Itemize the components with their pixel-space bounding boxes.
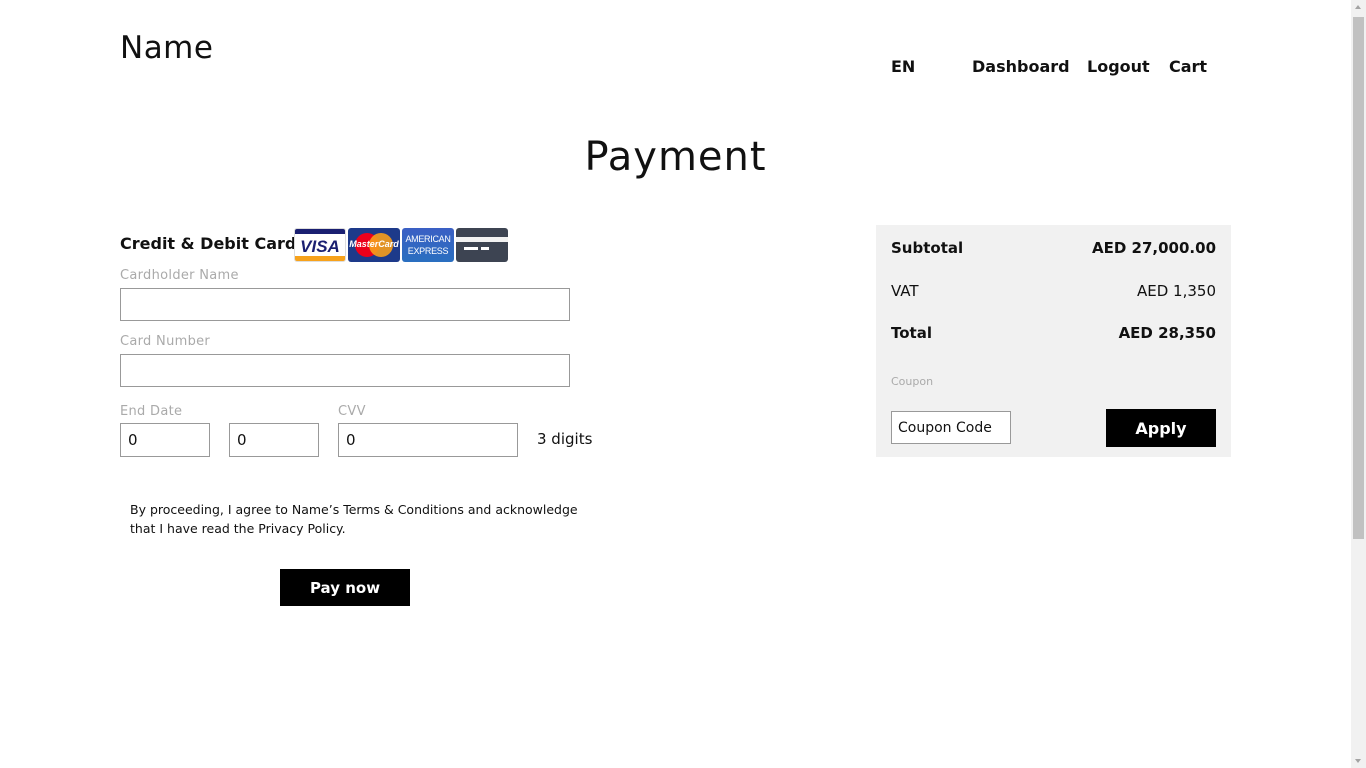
nav-logout-link[interactable]: Logout xyxy=(1087,57,1150,76)
amex-logo-text: AMERICAN EXPRESS xyxy=(405,234,451,256)
payment-page: Name EN Dashboard Logout Cart Payment Cr… xyxy=(0,0,1351,768)
total-value: AED 28,350 xyxy=(1118,324,1216,342)
visa-logo-text: VISA xyxy=(300,237,340,256)
vat-value: AED 1,350 xyxy=(1137,282,1216,300)
cvv-input[interactable] xyxy=(338,423,518,457)
pay-now-button[interactable]: Pay now xyxy=(280,569,410,606)
nav-dashboard-link[interactable]: Dashboard xyxy=(972,57,1070,76)
terms-notice: By proceeding, I agree to Name’s Terms &… xyxy=(130,502,578,536)
scroll-up-arrow-icon[interactable] xyxy=(1351,0,1366,15)
subtotal-value: AED 27,000.00 xyxy=(1092,239,1216,257)
card-logos: VISA MasterCard AMERICAN EXPRESS xyxy=(294,228,508,262)
coupon-code-input[interactable] xyxy=(891,411,1011,444)
vat-row: VAT AED 1,350 xyxy=(891,282,1216,300)
card-section-title: Credit & Debit Card xyxy=(120,234,297,253)
visa-logo-icon: VISA xyxy=(294,228,346,262)
expiry-month-input[interactable] xyxy=(120,423,210,457)
vat-label: VAT xyxy=(891,282,919,300)
order-summary-panel: Subtotal AED 27,000.00 VAT AED 1,350 Tot… xyxy=(876,225,1231,457)
scrollbar-thumb[interactable] xyxy=(1353,17,1364,539)
page-title: Payment xyxy=(584,134,767,180)
total-row: Total AED 28,350 xyxy=(891,324,1216,342)
total-label: Total xyxy=(891,324,932,342)
card-number-label: Card Number xyxy=(120,334,211,349)
generic-card-icon xyxy=(456,228,508,262)
amex-logo-icon: AMERICAN EXPRESS xyxy=(402,228,454,262)
page-scrollbar[interactable] xyxy=(1351,0,1366,768)
apply-coupon-button[interactable]: Apply xyxy=(1106,409,1216,447)
mastercard-logo-icon: MasterCard xyxy=(348,228,400,262)
language-selector[interactable]: EN xyxy=(891,57,915,76)
cardholder-name-input[interactable] xyxy=(120,288,570,321)
mastercard-logo-text: MasterCard xyxy=(349,239,399,249)
subtotal-label: Subtotal xyxy=(891,239,964,257)
expiry-year-input[interactable] xyxy=(229,423,319,457)
cvv-hint: 3 digits xyxy=(537,430,593,448)
nav-cart-link[interactable]: Cart xyxy=(1169,57,1207,76)
card-number-input[interactable] xyxy=(120,354,570,387)
cvv-label: CVV xyxy=(338,404,366,419)
coupon-label: Coupon xyxy=(891,375,934,388)
brand-logo[interactable]: Name xyxy=(120,30,213,66)
end-date-label: End Date xyxy=(120,404,183,419)
subtotal-row: Subtotal AED 27,000.00 xyxy=(891,239,1216,257)
cardholder-name-label: Cardholder Name xyxy=(120,268,239,283)
scroll-down-arrow-icon[interactable] xyxy=(1351,753,1366,768)
